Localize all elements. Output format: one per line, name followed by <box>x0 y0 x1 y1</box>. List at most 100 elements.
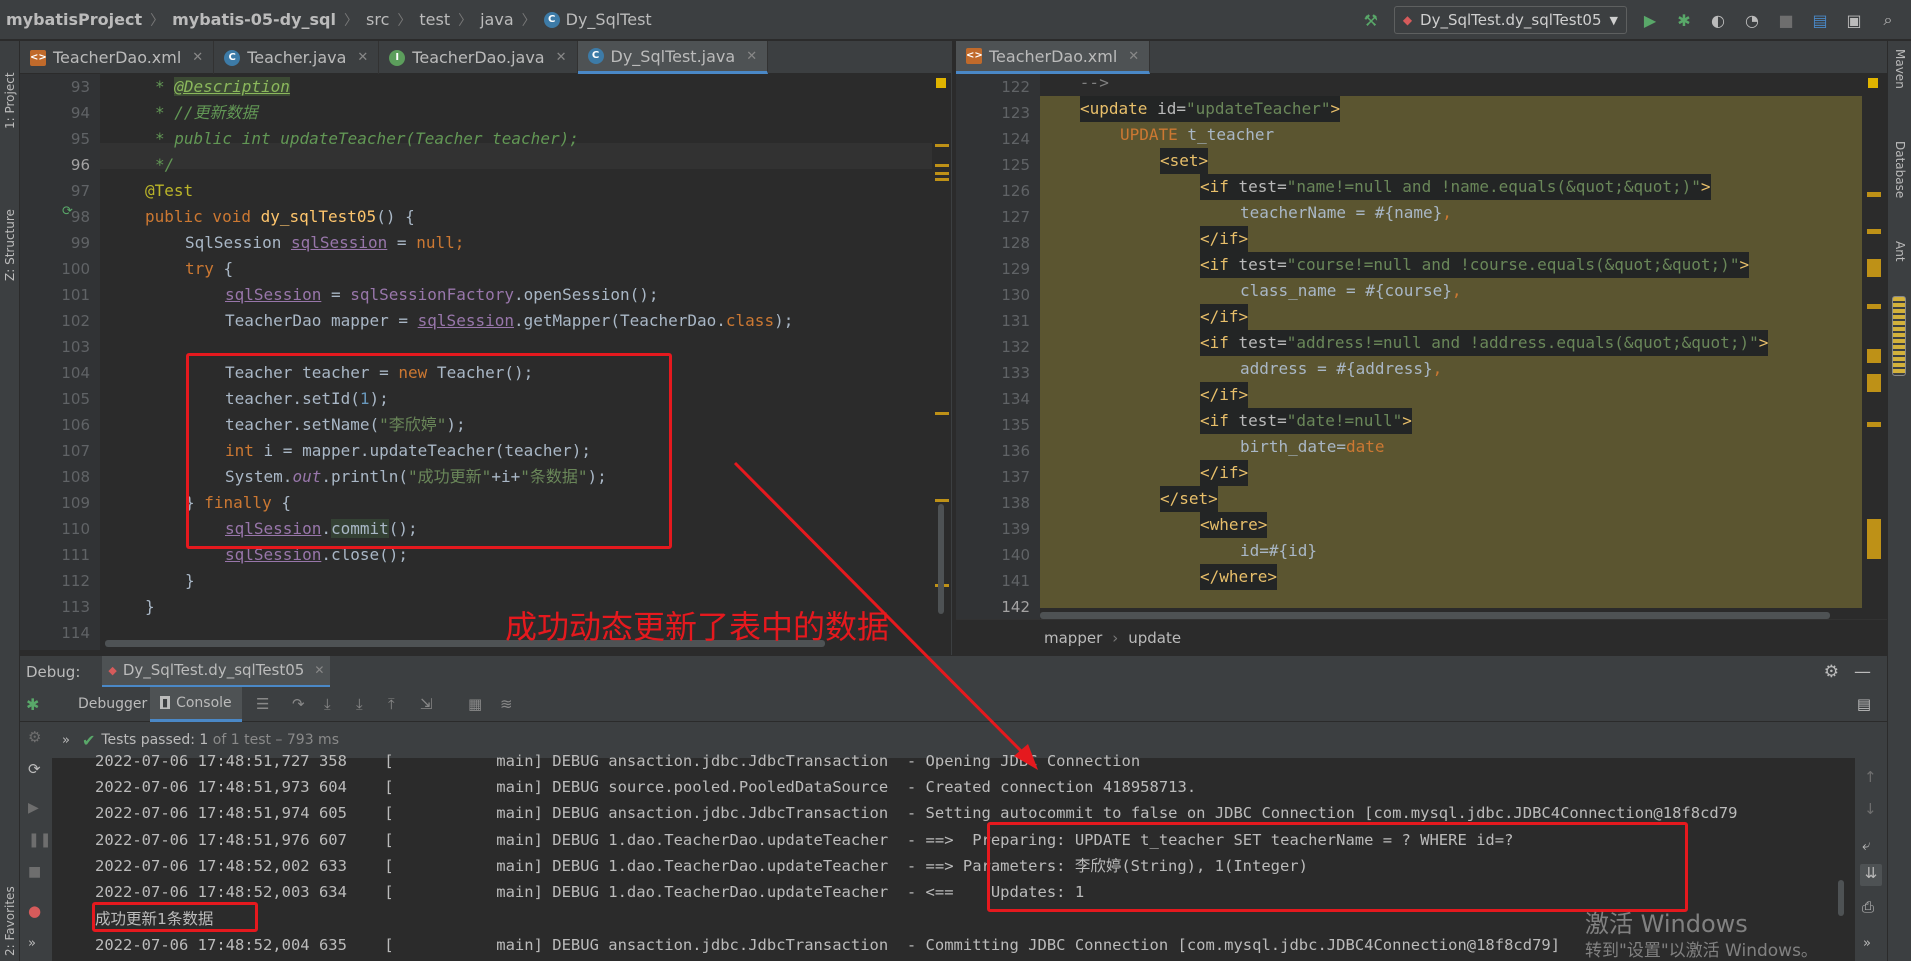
vertical-scrollbar[interactable] <box>938 504 944 614</box>
line-number: 96 <box>70 156 90 174</box>
breadcrumb-test[interactable]: test <box>419 10 450 29</box>
pause-icon[interactable]: ❚❚ <box>28 832 51 848</box>
close-icon[interactable]: ✕ <box>314 663 324 677</box>
warning-icon <box>936 78 946 88</box>
close-icon[interactable]: ✕ <box>192 50 203 65</box>
more-icon[interactable]: » <box>28 936 36 951</box>
left-tool-window-strip: 1: Project Z: Structure 2: Favorites <box>0 41 20 961</box>
search-icon[interactable]: ⌕ <box>1877 9 1899 31</box>
run-icon[interactable]: ▶ <box>1639 9 1661 31</box>
scroll-to-end-icon[interactable]: ⇊ <box>1860 864 1882 886</box>
step-into-icon[interactable]: ⤓ <box>324 695 331 713</box>
project-tool-tab[interactable]: 1: Project <box>0 49 20 129</box>
annotation-box-sql-log <box>987 822 1688 912</box>
list-icon[interactable]: ☰ <box>256 695 269 713</box>
breadcrumb-class[interactable]: Dy_SqlTest <box>566 10 652 29</box>
tab-dy-sqltest-java[interactable]: C Dy_SqlTest.java ✕ <box>577 41 769 74</box>
line-number: 124 <box>1001 130 1030 148</box>
line-number: 123 <box>1001 104 1030 122</box>
breadcrumb-java[interactable]: java <box>480 10 514 29</box>
right-tool-window-strip: Maven Database Ant <box>1887 41 1911 961</box>
evaluate-icon[interactable]: ▦ <box>468 695 482 713</box>
debug-session-label: Dy_SqlTest.dy_sqlTest05 <box>122 661 305 679</box>
rerun-icon[interactable]: ⟳ <box>28 760 41 778</box>
line-number: 102 <box>61 312 90 330</box>
favorites-tool-tab[interactable]: 2: Favorites <box>0 871 20 956</box>
debug-session-tab[interactable]: ◆ Dy_SqlTest.dy_sqlTest05 ✕ <box>102 655 331 688</box>
build-hammer-icon[interactable]: ⚒ <box>1360 9 1382 31</box>
maven-tool-tab[interactable]: Maven <box>1890 49 1910 109</box>
force-step-into-icon[interactable]: ⤓ <box>356 695 363 713</box>
close-icon[interactable]: ✕ <box>1128 49 1139 64</box>
xml-code[interactable]: --> <update id="updateTeacher"> UPDATE t… <box>1040 70 1860 615</box>
trace-icon[interactable]: ≋ <box>500 695 513 713</box>
annotation-box-code <box>186 353 672 549</box>
breadcrumb: mybatisProject 〉 mybatis-05-dy_sql 〉 src… <box>0 0 652 39</box>
tab-console[interactable]: ▮ Console <box>150 686 242 722</box>
code-line-102: TeacherDao mapper = sqlSession.getMapper… <box>225 311 794 330</box>
horizontal-scrollbar[interactable] <box>1040 612 1830 619</box>
breadcrumb-mapper[interactable]: mapper <box>1044 629 1102 647</box>
gear-icon[interactable]: ⚙ <box>1824 662 1839 682</box>
console-scrollbar[interactable] <box>1838 880 1844 916</box>
breadcrumb-project[interactable]: mybatisProject <box>6 10 142 29</box>
soft-wrap-icon[interactable]: ⤶ <box>1862 836 1870 854</box>
code-line-126: <if test="name!=null and !name.equals(&q… <box>1200 174 1711 200</box>
coverage-icon[interactable]: ◐ <box>1707 9 1729 31</box>
resume-icon[interactable]: ▶ <box>28 800 39 816</box>
breadcrumb-separator-icon: 〉 <box>344 12 358 29</box>
project-structure-icon[interactable]: ▤ <box>1809 9 1831 31</box>
close-icon[interactable]: ✕ <box>556 50 567 65</box>
line-number: 136 <box>1001 442 1030 460</box>
run-to-cursor-icon[interactable]: ⇲ <box>420 695 433 713</box>
line-number: 103 <box>61 338 90 356</box>
xml-editor-gutter: 122 123 124 125 126 127 128 129 130 131 132 133 134 1… <box>956 74 1040 619</box>
scroll-down-icon[interactable]: ↓ <box>1864 800 1877 818</box>
debug-bug-icon[interactable]: ✱ <box>26 695 39 714</box>
layout-icon[interactable]: ▤ <box>1857 695 1871 713</box>
memory-indicator <box>1892 296 1906 376</box>
ant-tool-tab[interactable]: Ant <box>1890 241 1910 286</box>
code-line-133: address = #{address}, <box>1240 359 1443 378</box>
step-out-icon[interactable]: ⤒ <box>388 695 395 713</box>
tab-teacher-java[interactable]: C Teacher.java ✕ <box>214 41 380 74</box>
run-configuration-select[interactable]: ◆ Dy_SqlTest.dy_sqlTest05 ▼ <box>1393 6 1627 34</box>
line-number: 128 <box>1001 234 1030 252</box>
tab-debugger[interactable]: Debugger <box>68 687 157 722</box>
print-icon[interactable]: ⎙ <box>1862 898 1874 916</box>
line-number: 107 <box>61 442 90 460</box>
close-icon[interactable]: ✕ <box>746 49 757 64</box>
line-number: 105 <box>61 390 90 408</box>
code-line-101: sqlSession = sqlSessionFactory.openSessi… <box>225 285 659 304</box>
profile-icon[interactable]: ◔ <box>1741 9 1763 31</box>
step-over-icon[interactable]: ↷ <box>292 695 305 713</box>
java-editor-gutter: 93 94 95 96 97 98 99 100 101 102 103 104 105 106 107 10… <box>20 74 100 650</box>
code-line-140: id=#{id} <box>1240 541 1318 560</box>
tab-teacherdao-java[interactable]: I TeacherDao.java ✕ <box>379 41 578 74</box>
breadcrumb-update[interactable]: update <box>1128 629 1181 647</box>
debug-bug-icon[interactable]: ✱ <box>1673 9 1695 31</box>
run-test-icon[interactable]: ⟳ <box>62 204 73 219</box>
more-icon[interactable]: » <box>1863 936 1871 951</box>
settings-icon[interactable]: ⚙ <box>28 728 41 746</box>
code-line-141: </where> <box>1200 564 1278 590</box>
stop-icon[interactable]: ■ <box>1775 9 1797 31</box>
breadcrumb-src[interactable]: src <box>366 10 389 29</box>
stop-icon[interactable]: ■ <box>28 864 41 880</box>
debug-tool-header: Debug: ◆ Dy_SqlTest.dy_sqlTest05 ✕ ⚙ — <box>20 655 1887 688</box>
expand-icon[interactable]: » <box>62 733 70 748</box>
line-number: 113 <box>61 598 90 616</box>
close-icon[interactable]: ✕ <box>357 50 368 65</box>
code-line-100: try { <box>185 259 234 278</box>
tab-teacherdao-xml[interactable]: <> TeacherDao.xml ✕ <box>20 41 215 74</box>
breadcrumb-module[interactable]: mybatis-05-dy_sql <box>172 10 336 29</box>
line-number: 129 <box>1001 260 1030 278</box>
database-tool-tab[interactable]: Database <box>1890 141 1910 221</box>
minimize-icon[interactable]: — <box>1854 662 1871 682</box>
breakpoints-icon[interactable]: ● <box>28 902 41 920</box>
scroll-up-icon[interactable]: ↑ <box>1864 768 1877 786</box>
structure-tool-tab[interactable]: Z: Structure <box>0 191 20 281</box>
layout-icon[interactable]: ▣ <box>1843 9 1865 31</box>
code-line-93: * @Description <box>155 77 290 96</box>
code-line-127: teacherName = #{name}, <box>1240 203 1452 222</box>
